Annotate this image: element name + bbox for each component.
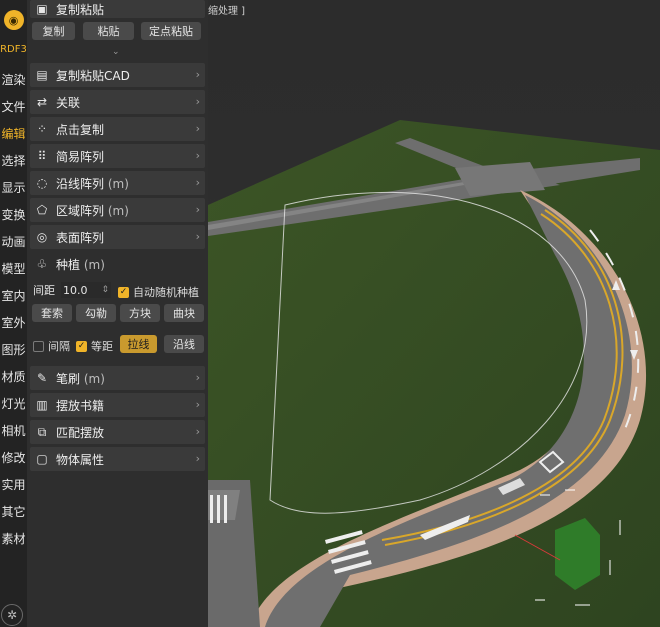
row-label: 物体属性	[56, 452, 105, 467]
rail-item-display[interactable]: 显示	[0, 179, 27, 196]
match-icon: ⧉	[37, 424, 47, 439]
rail-item-edit[interactable]: 编辑	[0, 125, 27, 142]
chevron-right-icon: ›	[195, 452, 200, 465]
rail-item-modify[interactable]: 修改	[0, 449, 27, 466]
rail-item-assets[interactable]: 素材	[0, 530, 27, 547]
interval-checkbox[interactable]: 间隔	[33, 338, 70, 354]
pull-line-button[interactable]: 拉线	[120, 335, 157, 353]
checkbox-label: 等距	[91, 340, 113, 353]
chevron-right-icon: ›	[195, 68, 200, 81]
equal-spacing-checkbox[interactable]: ✓ 等距	[76, 338, 113, 354]
row-link[interactable]: ⇄ 关联 ›	[30, 90, 205, 114]
rail-item-material[interactable]: 材质	[0, 368, 27, 385]
app-logo[interactable]: ◉	[2, 6, 25, 34]
chevron-right-icon: ›	[195, 176, 200, 189]
rail-item-interior[interactable]: 室内	[0, 287, 27, 304]
brush-icon: ✎	[36, 371, 48, 385]
rail-item-camera[interactable]: 相机	[0, 422, 27, 439]
spinner-icon[interactable]: ⇕	[102, 285, 110, 295]
viewport-caption: 缩处理 ]	[208, 6, 246, 17]
row-label: 匹配摆放	[56, 425, 105, 440]
left-rail: ◉ RDF3 渲染 文件 编辑 选择 显示 变换 动画 模型 室内 室外 图形 …	[0, 0, 27, 627]
row-label: 笔刷 (m)	[56, 371, 105, 386]
gear-icon[interactable]: ✲	[1, 604, 23, 626]
copy-icon: ▣	[36, 2, 48, 16]
outline-button[interactable]: 勾勒	[76, 304, 116, 322]
chevron-right-icon: ›	[195, 122, 200, 135]
click-icon: ⁘	[36, 122, 48, 136]
rail-item-render[interactable]: 渲染	[0, 71, 27, 88]
row-planting[interactable]: ♧ 种植 (m)	[30, 252, 205, 276]
row-label: 种植 (m)	[56, 257, 105, 272]
cad-icon: ▤	[36, 68, 48, 82]
chevron-right-icon: ›	[195, 371, 200, 384]
spacing-input[interactable]: 10.0 ⇕	[61, 282, 111, 298]
checkbox-box	[33, 340, 44, 352]
paste-button[interactable]: 粘贴	[83, 22, 134, 40]
chevron-right-icon: ›	[195, 203, 200, 216]
checkbox-label: 间隔	[48, 340, 70, 353]
row-object-props[interactable]: ▢ 物体属性 ›	[30, 447, 205, 471]
dotted-circle-icon: ◌	[36, 176, 48, 190]
curve-block-button[interactable]: 曲块	[164, 304, 204, 322]
books-icon: ▥	[36, 398, 48, 412]
row-place-books[interactable]: ▥ 摆放书籍 ›	[30, 393, 205, 417]
along-line-button[interactable]: 沿线	[164, 335, 204, 353]
chevron-right-icon: ›	[195, 230, 200, 243]
check-icon: ✓	[118, 286, 129, 298]
chevron-right-icon: ›	[195, 398, 200, 411]
owl-icon: ◉	[3, 10, 24, 30]
row-path-array[interactable]: ◌ 沿线阵列 (m) ›	[30, 171, 205, 195]
row-label: 简易阵列	[56, 149, 105, 164]
rail-item-utility[interactable]: 实用	[0, 476, 27, 493]
rail-item-exterior[interactable]: 室外	[0, 314, 27, 331]
row-label: 关联	[56, 95, 81, 110]
chevron-right-icon: ›	[195, 425, 200, 438]
chevron-right-icon: ›	[195, 149, 200, 162]
row-area-array[interactable]: ⬠ 区域阵列 (m) ›	[30, 198, 205, 222]
window-icon: ▢	[36, 452, 48, 466]
copy-button[interactable]: 复制	[32, 22, 75, 40]
spacing-value: 10.0	[63, 283, 88, 297]
auto-random-checkbox[interactable]: ✓ 自动随机种植	[118, 284, 199, 300]
polygon-icon: ⬠	[36, 203, 48, 217]
row-label: 沿线阵列 (m)	[56, 176, 129, 191]
row-label: 点击复制	[56, 122, 105, 137]
link-icon: ⇄	[36, 95, 48, 109]
check-icon: ✓	[76, 340, 87, 352]
chevron-down-icon[interactable]: ⌄	[112, 47, 120, 57]
rail-item-transform[interactable]: 变换	[0, 206, 27, 223]
spacing-label: 间距	[33, 284, 55, 297]
grid-icon: ⠿	[37, 149, 47, 163]
rail-item-file[interactable]: 文件	[0, 98, 27, 115]
row-simple-array[interactable]: ⠿ 简易阵列 ›	[30, 144, 205, 168]
row-click-copy[interactable]: ⁘ 点击复制 ›	[30, 117, 205, 141]
section-copy-paste[interactable]: ▣ 复制粘贴	[30, 0, 205, 18]
rail-item-shapes[interactable]: 图形	[0, 341, 27, 358]
checkbox-label: 自动随机种植	[133, 286, 199, 299]
lasso-button[interactable]: 套索	[32, 304, 72, 322]
row-label: 复制粘贴CAD	[56, 68, 130, 83]
block-button[interactable]: 方块	[120, 304, 160, 322]
surface-icon: ◎	[36, 230, 48, 244]
rail-item-model[interactable]: 模型	[0, 260, 27, 277]
rail-item-select[interactable]: 选择	[0, 152, 27, 169]
point-paste-button[interactable]: 定点粘贴	[141, 22, 201, 40]
row-label: 表面阵列	[56, 230, 105, 245]
rail-item-animation[interactable]: 动画	[0, 233, 27, 250]
row-surface-array[interactable]: ◎ 表面阵列 ›	[30, 225, 205, 249]
tree-icon: ♧	[36, 257, 48, 271]
brand-label: RDF3	[0, 44, 27, 55]
tool-panel: ▣ 复制粘贴 复制 粘贴 定点粘贴 ⌄ ▤ 复制粘贴CAD › ⇄ 关联 › ⁘…	[27, 0, 208, 627]
row-brush[interactable]: ✎ 笔刷 (m) ›	[30, 366, 205, 390]
row-label: 摆放书籍	[56, 398, 105, 413]
row-match-place[interactable]: ⧉ 匹配摆放 ›	[30, 420, 205, 444]
row-label: 区域阵列 (m)	[56, 203, 129, 218]
chevron-right-icon: ›	[195, 95, 200, 108]
rail-item-other[interactable]: 其它	[0, 503, 27, 520]
section-label: 复制粘贴	[56, 2, 105, 17]
rail-item-light[interactable]: 灯光	[0, 395, 27, 412]
row-copy-paste-cad[interactable]: ▤ 复制粘贴CAD ›	[30, 63, 205, 87]
